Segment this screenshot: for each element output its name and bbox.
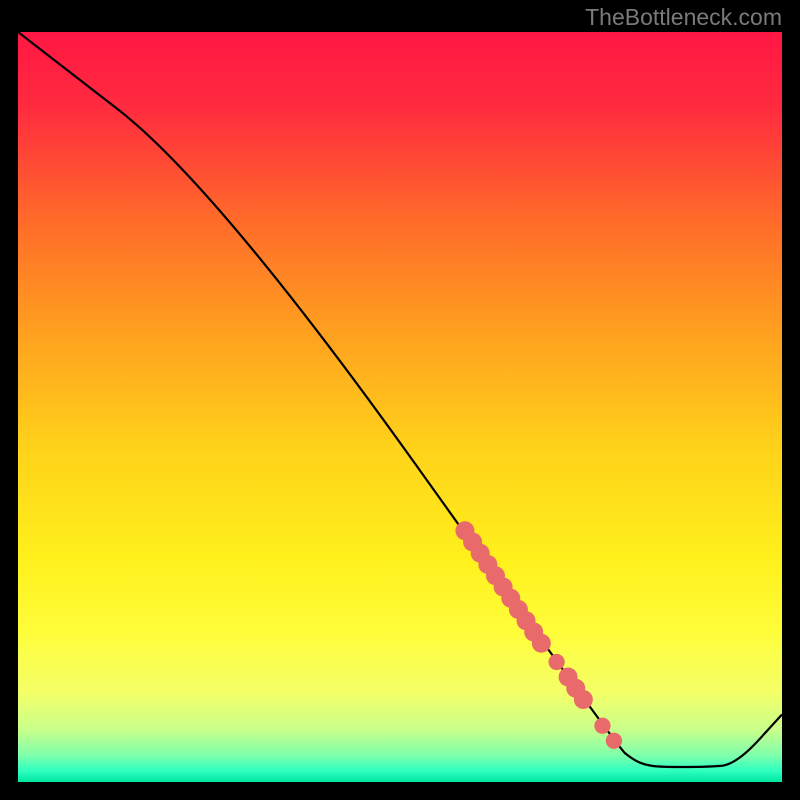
data-marker [532, 634, 551, 653]
chart-plot-area [18, 32, 782, 782]
data-marker [574, 690, 593, 709]
chart-svg [18, 32, 782, 782]
data-marker [606, 733, 622, 749]
gradient-background [18, 32, 782, 782]
data-marker [594, 718, 610, 734]
data-marker [548, 654, 564, 670]
watermark-text: TheBottleneck.com [585, 4, 782, 31]
